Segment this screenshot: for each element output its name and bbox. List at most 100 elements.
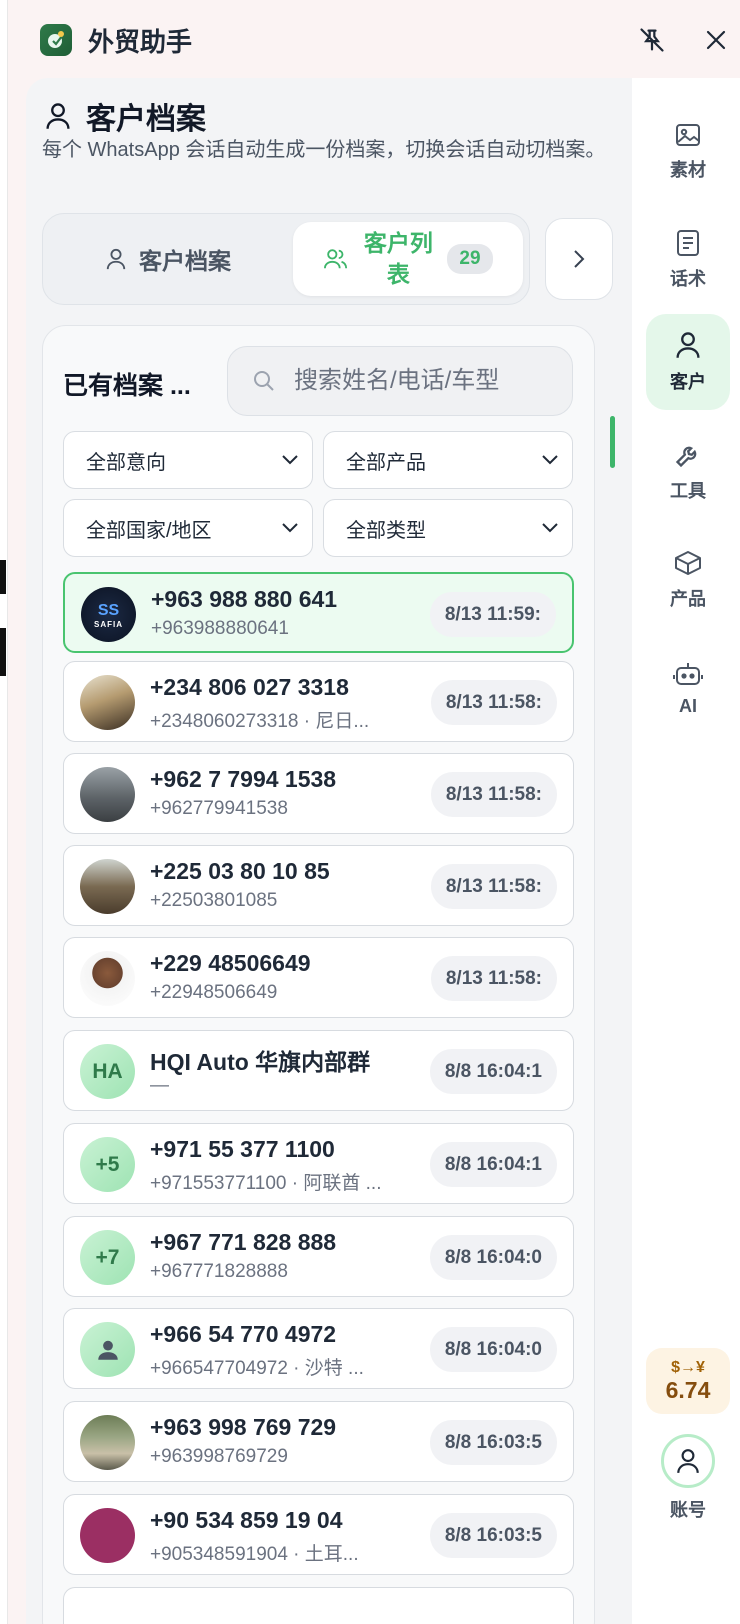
customer-name: +963 998 769 729 (150, 1414, 337, 1440)
sidebar-item-ai[interactable]: AI (646, 640, 730, 736)
account-button[interactable]: 账号 (646, 1434, 730, 1534)
sidebar-item-label: AI (679, 695, 697, 716)
customer-phone: +971553771100 · 阿联酋 ... (150, 1173, 382, 1194)
sidebar-item-label: 产品 (670, 589, 706, 609)
customer-row[interactable]: +7 +967 771 828 888 +967771828888 8/8 16… (63, 1216, 574, 1297)
section-header: 客户档案 (44, 94, 206, 138)
box-icon (675, 551, 701, 575)
close-icon (706, 30, 726, 50)
sidebar-item-materials[interactable]: 素材 (646, 104, 730, 200)
background-page-edge (0, 0, 8, 1624)
customer-time-badge: 8/13 11:58: (430, 680, 557, 725)
customer-list-card: 已有档案 ... 全部意向 全部产品 全部国家/地区 全部类型 SSSAFIA (42, 325, 595, 1624)
customer-phone: +2348060273318 · 尼日... (150, 711, 370, 732)
customer-name: +234 806 027 3318 (150, 674, 349, 700)
customer-phone: +22503801085 (150, 890, 278, 911)
customer-name: +90 534 859 19 04 (150, 1507, 343, 1533)
wrench-icon (675, 446, 697, 468)
customer-phone: +905348591904 · 土耳... (150, 1544, 359, 1565)
intent-filter-select[interactable]: 全部意向 (63, 431, 313, 489)
tab-profile[interactable]: 客户档案 (51, 222, 285, 296)
customer-row[interactable]: +966 54 770 4972 +966547704972 · 沙特 ... … (63, 1308, 574, 1389)
chevron-down-icon (282, 455, 298, 465)
sidebar-item-label: 客户 (670, 372, 706, 392)
svg-text:SAFIA: SAFIA (94, 620, 123, 629)
customer-avatar: +7 (80, 1230, 135, 1285)
exchange-rate-label: $→¥ (671, 1358, 705, 1376)
customer-row[interactable]: +962 7 7994 1538 +962779941538 8/13 11:5… (63, 753, 574, 834)
sidebar-item-label: 素材 (670, 160, 706, 180)
customer-avatar (80, 675, 135, 730)
exchange-rate-value: 6.74 (665, 1376, 711, 1403)
customer-row[interactable]: SS SAFIA +963 988 880 641 +963988880641 8… (63, 572, 574, 653)
customer-phone: +963998769729 (150, 1446, 288, 1467)
customer-name: +967 771 828 888 (150, 1229, 337, 1255)
sidebar-item-customers[interactable]: 客户 (646, 314, 730, 410)
product-filter-value: 全部产品 (346, 451, 426, 474)
customer-phone: +966547704972 · 沙特 ... (150, 1358, 364, 1379)
intent-filter-value: 全部意向 (86, 451, 166, 474)
customer-name: +966 54 770 4972 (150, 1321, 337, 1347)
customer-row[interactable]: +225 03 80 10 85 +22503801085 8/13 11:58… (63, 845, 574, 926)
customer-row[interactable]: +234 806 027 3318 +2348060273318 · 尼日...… (63, 661, 574, 742)
customer-row[interactable]: +90 534 859 19 04 +905348591904 · 土耳... … (63, 1494, 574, 1575)
customer-row[interactable]: +963 998 769 729 +963998769729 8/8 16:03… (63, 1401, 574, 1482)
section-description: 每个 WhatsApp 会话自动生成一份档案，切换会话自动切档案。 (42, 139, 606, 161)
app-logo (40, 24, 72, 56)
svg-text:SS: SS (98, 602, 120, 619)
customer-avatar (80, 1508, 135, 1563)
customer-row[interactable] (63, 1587, 574, 1624)
customer-row[interactable]: +229 48506649 +22948506649 8/13 11:58: (63, 937, 574, 1018)
chevron-right-icon (574, 250, 585, 268)
type-filter-select[interactable]: 全部类型 (323, 499, 573, 557)
customer-row[interactable]: HA HQI Auto 华旗内部群 — 8/8 16:04:1 (63, 1030, 574, 1111)
user-icon (46, 103, 70, 129)
account-label: 账号 (670, 1500, 706, 1520)
customer-time-badge: 8/8 16:04:0 (429, 1327, 557, 1372)
customer-time-badge: 8/8 16:04:1 (429, 1049, 557, 1094)
country-filter-value: 全部国家/地区 (86, 519, 212, 542)
unpin-button[interactable] (634, 22, 670, 58)
exchange-rate-widget[interactable]: $→¥ 6.74 (646, 1348, 730, 1414)
section-title: 客户档案 (86, 103, 206, 136)
sidebar-item-tools[interactable]: 工具 (646, 424, 730, 520)
customer-phone: +962779941538 (150, 798, 288, 819)
customer-avatar (80, 1322, 135, 1377)
customer-avatar (80, 951, 135, 1006)
main-panel: 客户档案 每个 WhatsApp 会话自动生成一份档案，切换会话自动切档案。 客… (26, 78, 632, 1624)
avatar (661, 1434, 715, 1488)
customer-row[interactable]: +5 +971 55 377 1100 +971553771100 · 阿联酋 … (63, 1123, 574, 1204)
customer-time-badge: 8/8 16:04:0 (429, 1235, 557, 1280)
tab-profile-label: 客户档案 (139, 248, 231, 274)
tab-customer-list[interactable]: 客户列表 29 (293, 222, 523, 296)
customer-count-badge: 29 (447, 244, 493, 274)
customer-name: +963 988 880 641 (151, 586, 338, 612)
tab-scroll-next-button[interactable] (545, 218, 613, 300)
image-icon (676, 124, 700, 146)
active-indicator (610, 416, 615, 468)
close-button[interactable] (698, 22, 734, 58)
sidebar-item-products[interactable]: 产品 (646, 532, 730, 628)
customer-name: +225 03 80 10 85 (150, 858, 330, 884)
customer-avatar: HA (80, 1044, 135, 1099)
user-icon (106, 248, 126, 270)
user-icon (676, 332, 700, 358)
chevron-down-icon (282, 523, 298, 533)
existing-profiles-title: 已有档案 ... (63, 372, 191, 400)
sidebar-item-scripts[interactable]: 话术 (646, 212, 730, 308)
customer-avatar (80, 767, 135, 822)
product-filter-select[interactable]: 全部产品 (323, 431, 573, 489)
search-input[interactable] (294, 367, 544, 395)
customer-name: +971 55 377 1100 (150, 1136, 335, 1162)
customer-time-badge: 8/13 11:58: (430, 864, 557, 909)
customer-phone: — (150, 1075, 169, 1096)
tab-customer-list-label: 客户列表 (363, 230, 433, 287)
customer-avatar: SS SAFIA (81, 587, 136, 642)
customer-time-badge: 8/13 11:59: (429, 592, 556, 637)
user-icon (677, 1449, 699, 1473)
customer-name: +229 48506649 (150, 950, 311, 976)
country-filter-select[interactable]: 全部国家/地区 (63, 499, 313, 557)
customer-time-badge: 8/8 16:03:5 (429, 1420, 557, 1465)
customer-phone: +967771828888 (150, 1261, 288, 1282)
customer-time-badge: 8/13 11:58: (430, 956, 557, 1001)
